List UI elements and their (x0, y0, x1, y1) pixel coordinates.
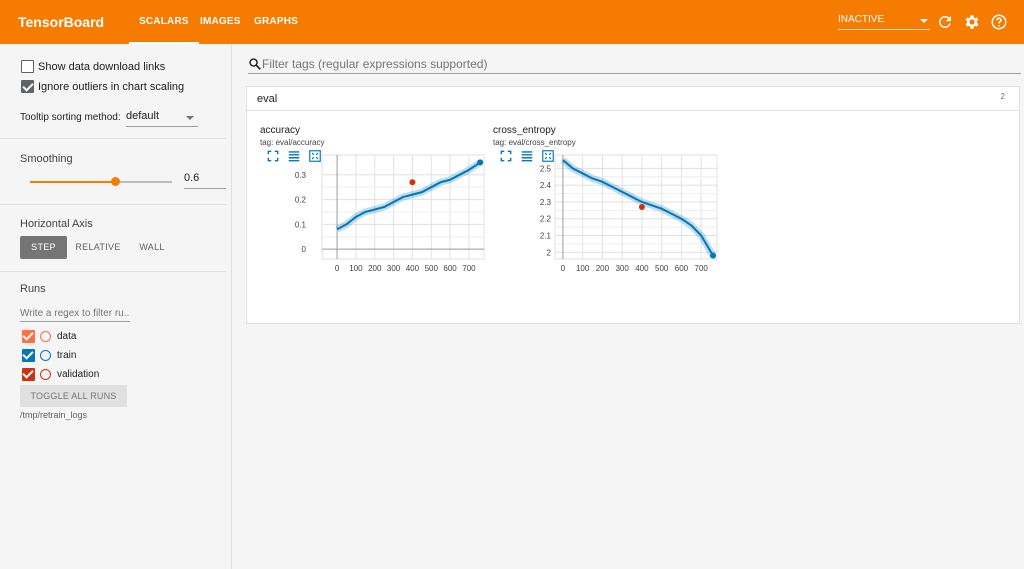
y-tick-label: 0.2 (295, 196, 307, 205)
tooltip-sorting-value: default (126, 110, 160, 122)
refresh-icon[interactable] (936, 13, 954, 31)
y-tick-label: 2.3 (540, 198, 552, 207)
run-validation-label: validation (57, 369, 100, 380)
plot-border (321, 154, 485, 260)
series-train-endpoint (477, 159, 484, 166)
x-tick-label: 700 (462, 264, 476, 273)
accuracy-chart: accuracy tag: eval/accuracy 0 100 200 300 40… (260, 123, 490, 308)
series-train-line (562, 159, 714, 257)
x-tick-label: 400 (635, 264, 649, 273)
cross-entropy-plot[interactable]: 0 100 200 300 400 500 600 700 2 2.1 2.2 2.3 2.4 2.5 (493, 149, 719, 289)
fit-domain-icon[interactable] (308, 149, 322, 163)
axis-wall-button[interactable]: WALL (132, 236, 172, 259)
top-toolbar: TensorBoard SCALARS IMAGES GRAPHS INACTI… (0, 0, 1024, 44)
axis-step-button[interactable]: STEP (20, 236, 67, 259)
y-tick-label: 0.1 (295, 220, 307, 229)
tag-group-header[interactable]: eval 2 (247, 87, 1019, 111)
x-tick-label: 100 (349, 264, 363, 273)
smoothing-slider[interactable] (30, 177, 172, 186)
y-tick-label: 2.2 (540, 215, 552, 224)
ignore-outliers-label: Ignore outliers in chart scaling (38, 81, 185, 93)
sidebar: Show data download links Ignore outliers… (0, 44, 232, 569)
log-directory: /tmp/retrain_logs (20, 410, 88, 420)
tag-group-title: eval (257, 93, 278, 105)
run-status-value: INACTIVE (838, 14, 885, 25)
y-tick-label: 2.1 (540, 232, 552, 241)
toggle-log-scale-icon[interactable] (287, 149, 301, 163)
chart-tag: tag: eval/cross_entropy (493, 138, 576, 147)
smoothing-slider-thumb[interactable] (110, 177, 120, 186)
filter-tags-input[interactable]: Filter tags (regular expressions support… (262, 57, 487, 71)
run-data-radio[interactable] (40, 331, 51, 342)
divider (0, 271, 226, 272)
toggle-log-scale-icon[interactable] (520, 149, 534, 163)
series-train-endpoint (710, 252, 717, 259)
y-tick-label: 2.4 (540, 181, 552, 190)
search-icon (249, 58, 261, 70)
settings-icon[interactable] (963, 13, 981, 31)
divider (0, 204, 226, 205)
tag-group-count: 2 (1000, 92, 1005, 101)
chevron-down-icon (186, 116, 194, 120)
show-download-links-label: Show data download links (38, 61, 166, 73)
tooltip-sorting-label: Tooltip sorting method: (20, 112, 121, 123)
x-tick-label: 500 (425, 264, 439, 273)
fullscreen-icon[interactable] (266, 149, 280, 163)
y-tick-label: 0 (302, 245, 307, 254)
smoothing-slider-fill (30, 181, 116, 183)
x-tick-label: 0 (335, 264, 340, 273)
x-tick-label: 400 (406, 264, 420, 273)
series-validation-point (638, 204, 645, 210)
toggle-all-runs-button[interactable]: TOGGLE ALL RUNS (20, 385, 127, 407)
x-tick-label: 200 (368, 264, 382, 273)
x-tick-label: 500 (655, 264, 669, 273)
axis-relative-button[interactable]: RELATIVE (72, 236, 124, 259)
filter-underline (248, 73, 1021, 74)
ignore-outliers-checkbox[interactable] (21, 80, 34, 93)
x-tick-label: 100 (576, 264, 590, 273)
tab-scalars[interactable]: SCALARS (129, 16, 199, 44)
series-validation-point (409, 179, 416, 186)
horizontal-axis-title: Horizontal Axis (20, 218, 93, 230)
runs-title: Runs (20, 283, 46, 295)
chart-title: cross_entropy (493, 125, 556, 136)
show-download-links-checkbox[interactable] (21, 60, 34, 73)
tag-group-card: eval 2 accuracy tag: eval/accuracy 0 100 2… (246, 86, 1020, 324)
x-tick-label: 0 (561, 264, 566, 273)
x-tick-label: 200 (596, 264, 610, 273)
tab-graphs[interactable]: GRAPHS (254, 16, 298, 27)
x-tick-label: 600 (443, 264, 457, 273)
fullscreen-icon[interactable] (499, 149, 513, 163)
smoothing-title: Smoothing (20, 153, 73, 165)
tab-images[interactable]: IMAGES (200, 16, 241, 27)
cross-entropy-chart: cross_entropy tag: eval/cross_entropy 0 1… (493, 123, 723, 308)
x-tick-label: 700 (695, 264, 709, 273)
y-tick-label: 0.3 (295, 171, 307, 180)
help-icon[interactable] (990, 13, 1008, 31)
run-status-select[interactable]: INACTIVE (838, 14, 930, 30)
chart-tag: tag: eval/accuracy (260, 138, 325, 147)
divider (0, 138, 226, 139)
run-data-checkbox[interactable] (22, 330, 35, 343)
fit-domain-icon[interactable] (541, 149, 555, 163)
run-validation-checkbox[interactable] (22, 368, 35, 381)
runs-filter-input[interactable] (20, 306, 130, 322)
chevron-down-icon (920, 19, 928, 23)
tooltip-sorting-select[interactable]: default (126, 110, 198, 127)
y-tick-label: 2 (547, 248, 552, 257)
chart-title: accuracy (260, 125, 301, 136)
run-train-label: train (57, 350, 77, 361)
smoothing-value-input[interactable]: 0.6 (184, 172, 226, 189)
x-tick-label: 600 (675, 264, 689, 273)
run-validation-radio[interactable] (40, 369, 51, 380)
accuracy-plot[interactable]: 0 100 200 300 400 500 600 700 0 0.1 0.2 0.3 (260, 149, 486, 289)
app-title: TensorBoard (18, 14, 105, 30)
run-train-radio[interactable] (40, 350, 51, 361)
x-tick-label: 300 (615, 264, 629, 273)
y-tick-label: 2.5 (540, 164, 552, 173)
run-train-checkbox[interactable] (22, 349, 35, 362)
x-tick-label: 300 (387, 264, 401, 273)
run-data-label: data (57, 331, 77, 342)
